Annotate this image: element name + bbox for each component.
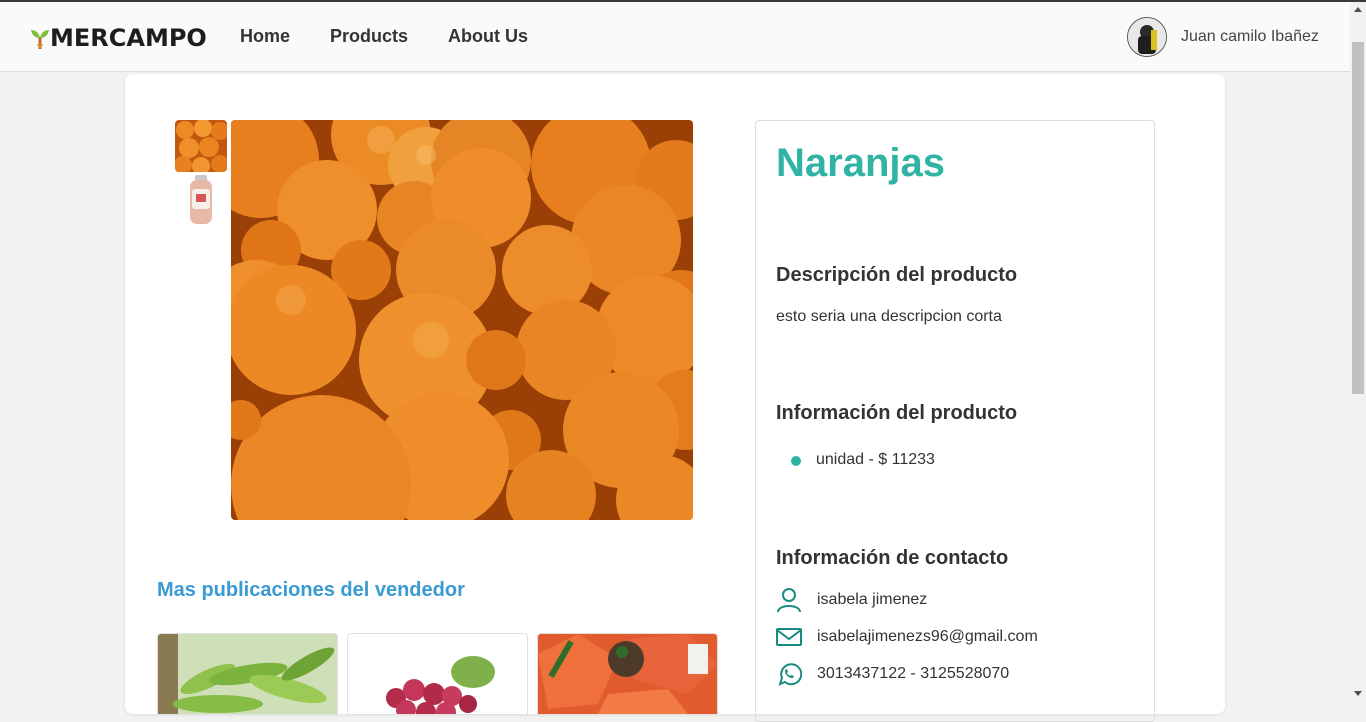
product-info-panel: Naranjas Descripción del producto esto s…	[755, 120, 1155, 722]
thumbnail-oranges[interactable]	[175, 120, 227, 172]
contact-phone-row: 3013437122 - 3125528070	[776, 661, 1009, 687]
presentation-item: unidad - $ 11233	[816, 451, 935, 468]
seller-phones[interactable]: 3013437122 - 3125528070	[817, 665, 1009, 683]
scroll-up-arrow-icon[interactable]	[1354, 7, 1362, 12]
scrollbar[interactable]	[1350, 2, 1366, 703]
contact-email-row: isabelajimenezs96@gmail.com	[776, 624, 1038, 650]
nav-link-home[interactable]: Home	[240, 26, 290, 47]
description-heading: Descripción del producto	[776, 264, 1018, 286]
whatsapp-icon	[776, 661, 802, 687]
scroll-down-arrow-icon[interactable]	[1354, 691, 1362, 696]
scrollbar-thumb[interactable]	[1352, 42, 1364, 394]
navbar: MERCAMPO Home Products About Us Juan cam…	[0, 2, 1350, 72]
contact-info-heading: Información de contacto	[776, 547, 1009, 569]
user-name[interactable]: Juan camilo Ibañez	[1181, 28, 1319, 46]
logo[interactable]: MERCAMPO	[31, 24, 207, 52]
product-info-heading: Información del producto	[776, 402, 1018, 424]
avatar-image	[1128, 18, 1166, 56]
avatar[interactable]	[1127, 17, 1167, 57]
user-icon	[776, 587, 802, 613]
more-from-seller-heading: Mas publicaciones del vendedor	[157, 579, 465, 601]
mail-icon	[776, 624, 802, 650]
bullet-dot-icon	[791, 456, 801, 466]
product-description: esto seria una descripcion corta	[776, 308, 1002, 325]
nav-link-about-us[interactable]: About Us	[448, 26, 528, 47]
nav-link-products[interactable]: Products	[330, 26, 408, 47]
seller-email[interactable]: isabelajimenezs96@gmail.com	[817, 628, 1038, 646]
thumbnail-juice-bottle[interactable]	[175, 174, 227, 226]
seller-name: isabela jimenez	[817, 591, 928, 608]
logo-text: MERCAMPO	[50, 24, 207, 52]
main-product-image	[231, 120, 693, 520]
contact-name-row: isabela jimenez	[776, 587, 927, 613]
product-title: Naranjas	[776, 141, 945, 185]
sprout-icon	[31, 30, 49, 49]
product-card: Mas publicaciones del vendedor Naranjas …	[125, 74, 1225, 722]
